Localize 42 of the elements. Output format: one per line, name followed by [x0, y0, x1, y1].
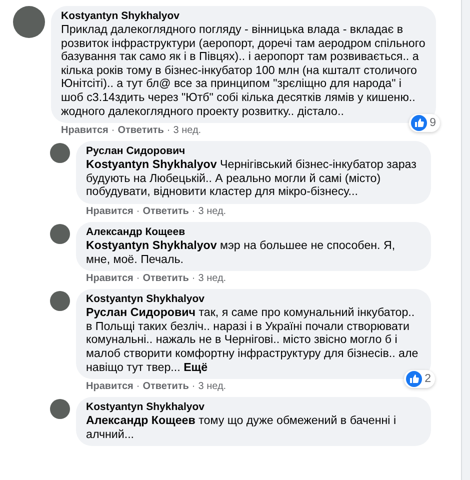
avatar[interactable] [50, 399, 70, 420]
separator: · [136, 206, 140, 217]
avatar[interactable] [50, 291, 70, 312]
avatar[interactable] [50, 143, 70, 164]
separator: · [166, 125, 170, 136]
reply-link[interactable]: Ответить [142, 273, 189, 284]
like-link[interactable]: Нравится [86, 273, 134, 284]
comment-author[interactable]: Kostyantyn Shykhalyov [86, 293, 421, 306]
separator: · [192, 381, 196, 392]
separator: · [192, 273, 196, 284]
comment-text: Александр Кощеев тому що дуже обмежений в баченні і алчний... [86, 414, 398, 442]
reply-link[interactable]: Ответить [142, 206, 189, 217]
comment-time[interactable]: 3 нед. [173, 125, 202, 136]
mention-link[interactable]: Александр Кощеев [86, 414, 196, 428]
comment-author[interactable]: Kostyantyn Shykhalyov [86, 401, 421, 414]
comment-text: Kostyantyn Shykhalyov Чернігівський бізнес-інкубатор зараз будують на Любецькій.. А реально могли й самі (місто) побудувати, відновити кластер для мікро-бізнесу... [86, 158, 418, 199]
comment-author[interactable]: Kostyantyn Shykhalyov [61, 10, 426, 22]
mention-link[interactable]: Kostyantyn Shykhalyov [86, 238, 217, 252]
separator: · [111, 125, 115, 136]
mention-link[interactable]: Руслан Сидорович [86, 306, 196, 320]
avatar[interactable] [50, 224, 70, 244]
thumbs-up-icon [406, 371, 422, 388]
reply-link[interactable]: Ответить [118, 125, 164, 136]
reaction-count[interactable]: 2 [404, 370, 435, 388]
mention-link[interactable]: Kostyantyn Shykhalyov [86, 158, 217, 172]
separator: · [136, 381, 140, 392]
comment-time[interactable]: 3 нед. [198, 206, 226, 217]
comment-author[interactable]: Александр Кощеев [86, 226, 421, 238]
separator: · [192, 206, 196, 217]
avatar[interactable] [13, 6, 45, 38]
comment-time[interactable]: 3 нед. [198, 273, 226, 284]
separator: · [136, 273, 140, 284]
like-link[interactable]: Нравится [86, 381, 134, 392]
see-more-link[interactable]: Ещё [184, 360, 208, 374]
like-link[interactable]: Нравится [61, 125, 108, 136]
reaction-count[interactable]: 9 [408, 114, 440, 132]
comment-author[interactable]: Руслан Сидорович [86, 145, 421, 158]
thumbs-up-icon [410, 115, 427, 132]
reply-link[interactable]: Ответить [142, 381, 189, 392]
like-link[interactable]: Нравится [86, 206, 134, 217]
comment-time[interactable]: 3 нед. [198, 381, 226, 392]
comment-text: Kostyantyn Shykhalyov мэр на большее не способен. Я, мне, моё. Печаль. [86, 238, 396, 266]
